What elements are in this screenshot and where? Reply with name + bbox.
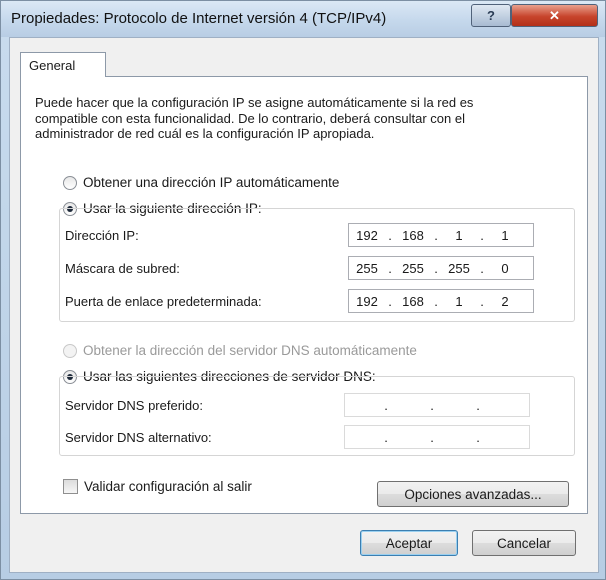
- octet-separator: .: [476, 397, 480, 413]
- preferred-dns-row: Servidor DNS preferido: . . .: [60, 393, 574, 417]
- close-icon: ✕: [549, 7, 560, 23]
- dns-settings-group: Servidor DNS preferido: . . . Servidor D…: [59, 376, 575, 456]
- octet-separator: .: [480, 260, 484, 276]
- tab-general[interactable]: General: [20, 52, 106, 77]
- title-bar[interactable]: Propiedades: Protocolo de Internet versi…: [1, 1, 605, 37]
- subnet-mask-input[interactable]: 255. 255. 255. 0: [348, 256, 534, 280]
- advanced-options-button[interactable]: Opciones avanzadas...: [377, 481, 569, 507]
- ip-auto-label: Obtener una dirección IP automáticamente: [83, 175, 340, 190]
- octet: 192: [356, 227, 378, 243]
- octet: 0: [501, 260, 509, 276]
- alternate-dns-input[interactable]: . . .: [344, 425, 530, 449]
- description-text: Puede hacer que la configuración IP se a…: [35, 95, 474, 141]
- octet-separator: .: [384, 429, 388, 445]
- octet-separator: .: [388, 260, 392, 276]
- octet-separator: .: [430, 429, 434, 445]
- dialog-window: Propiedades: Protocolo de Internet versi…: [0, 0, 606, 580]
- validate-option[interactable]: Validar configuración al salir: [63, 479, 252, 494]
- dns-auto-label: Obtener la dirección del servidor DNS au…: [83, 343, 417, 358]
- octet-separator: .: [476, 429, 480, 445]
- window-title: Propiedades: Protocolo de Internet versi…: [11, 10, 387, 27]
- default-gateway-row: Puerta de enlace predeterminada: 192. 16…: [60, 289, 574, 313]
- dns-auto-radio[interactable]: [63, 343, 77, 358]
- octet: 255: [448, 260, 470, 276]
- octet: 255: [356, 260, 378, 276]
- subnet-mask-row: Máscara de subred: 255. 255. 255. 0: [60, 256, 574, 280]
- default-gateway-input[interactable]: 192. 168. 1. 2: [348, 289, 534, 313]
- octet-separator: .: [480, 293, 484, 309]
- general-tab-page: Puede hacer que la configuración IP se a…: [20, 76, 588, 514]
- octet: 192: [356, 293, 378, 309]
- validate-checkbox[interactable]: [63, 479, 78, 494]
- octet: 168: [402, 227, 424, 243]
- octet-separator: .: [434, 260, 438, 276]
- octet: 1: [501, 227, 509, 243]
- octet-separator: .: [480, 227, 484, 243]
- octet: 1: [455, 227, 463, 243]
- octet-separator: .: [388, 293, 392, 309]
- close-button[interactable]: ✕: [511, 4, 598, 27]
- octet: 2: [501, 293, 509, 309]
- octet-separator: .: [430, 397, 434, 413]
- preferred-dns-input[interactable]: . . .: [344, 393, 530, 417]
- dialog-client-area: General Puede hacer que la configuración…: [9, 37, 599, 573]
- octet: 255: [402, 260, 424, 276]
- ip-address-input[interactable]: 192. 168. 1. 1: [348, 223, 534, 247]
- ip-settings-group: Dirección IP: 192. 168. 1. 1 Máscara de …: [59, 208, 575, 322]
- help-button[interactable]: ?: [471, 4, 511, 27]
- default-gateway-label: Puerta de enlace predeterminada:: [65, 294, 262, 309]
- preferred-dns-label: Servidor DNS preferido:: [65, 398, 203, 413]
- ok-button[interactable]: Aceptar: [360, 530, 458, 556]
- dns-auto-option[interactable]: Obtener la dirección del servidor DNS au…: [63, 343, 417, 358]
- cancel-button[interactable]: Cancelar: [472, 530, 576, 556]
- ip-auto-radio[interactable]: [63, 175, 77, 190]
- octet: 1: [455, 293, 463, 309]
- subnet-mask-label: Máscara de subred:: [65, 261, 180, 276]
- octet-separator: .: [384, 397, 388, 413]
- octet-separator: .: [388, 227, 392, 243]
- octet: 168: [402, 293, 424, 309]
- octet-separator: .: [434, 227, 438, 243]
- alternate-dns-row: Servidor DNS alternativo: . . .: [60, 425, 574, 449]
- alternate-dns-label: Servidor DNS alternativo:: [65, 430, 212, 445]
- ip-auto-option[interactable]: Obtener una dirección IP automáticamente: [63, 175, 339, 190]
- ip-address-row: Dirección IP: 192. 168. 1. 1: [60, 223, 574, 247]
- ip-address-label: Dirección IP:: [65, 228, 139, 243]
- validate-label: Validar configuración al salir: [84, 479, 252, 494]
- octet-separator: .: [434, 293, 438, 309]
